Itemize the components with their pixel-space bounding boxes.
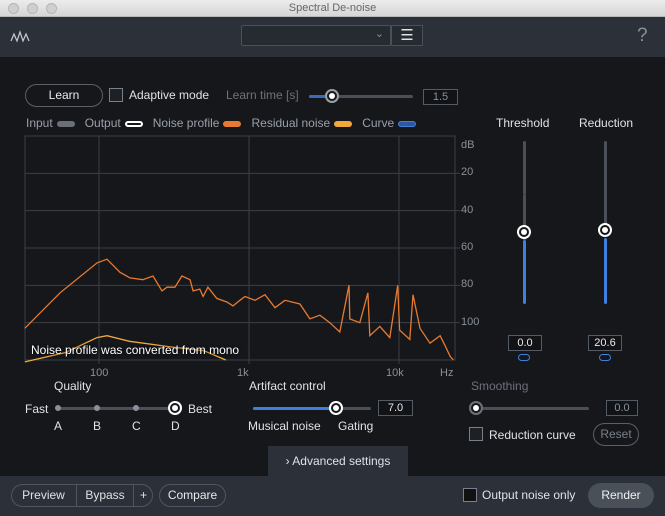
artifact-control-fill (253, 407, 333, 410)
artifact-control-knob[interactable] (329, 401, 343, 415)
reduction-curve-label: Reduction curve (489, 428, 576, 442)
db-tick: 40 (461, 204, 474, 216)
smoothing-knob[interactable] (469, 401, 483, 415)
legend-noise-profile[interactable]: Noise profile (153, 116, 242, 130)
smoothing-label: Smoothing (471, 379, 529, 393)
legend: Input Output Noise profile Residual nois… (26, 116, 417, 130)
title-bar: Spectral De-noise (0, 0, 665, 17)
artifact-control-label: Artifact control (249, 379, 326, 393)
learn-time-knob[interactable] (325, 89, 339, 103)
db-tick: 60 (461, 241, 474, 253)
threshold-slider[interactable] (523, 141, 526, 195)
quality-knob[interactable] (168, 401, 182, 415)
smoothing-slider[interactable] (476, 407, 589, 410)
reduction-knob[interactable] (598, 223, 612, 237)
reduction-fill (604, 238, 607, 304)
hz-unit-label: Hz (440, 367, 454, 379)
quality-stop[interactable] (55, 405, 61, 411)
hz-tick: 100 (90, 367, 109, 379)
legend-output[interactable]: Output (85, 116, 143, 130)
threshold-label: Threshold (496, 116, 550, 130)
help-button[interactable]: ? (637, 25, 648, 47)
reduction-slider[interactable] (604, 141, 607, 231)
musical-noise-label: Musical noise (248, 419, 321, 433)
minimize-window-button[interactable] (27, 3, 38, 14)
chevron-right-icon: › (285, 454, 290, 468)
reduction-link-icon[interactable] (599, 354, 611, 361)
window-title: Spectral De-noise (288, 2, 377, 14)
hamburger-icon: ☰ (400, 27, 414, 44)
output-noise-only-checkbox[interactable] (463, 488, 477, 502)
smoothing-value[interactable]: 0.0 (606, 400, 638, 416)
db-tick: 100 (461, 316, 480, 328)
render-button[interactable]: Render (588, 483, 654, 508)
threshold-value[interactable]: 0.0 (508, 335, 542, 351)
compare-button[interactable]: Compare (159, 484, 226, 507)
bypass-button[interactable]: Bypass (76, 484, 134, 507)
add-bypass-button[interactable]: + (134, 484, 153, 507)
menu-button[interactable]: ☰ (391, 25, 423, 46)
legend-curve[interactable]: Curve (362, 116, 417, 130)
reduction-curve-checkbox[interactable] (469, 427, 483, 441)
adaptive-mode-checkbox[interactable] (109, 88, 123, 102)
threshold-knob[interactable] (517, 225, 531, 239)
hz-tick: 10k (386, 367, 404, 379)
quality-fast-label: Fast (25, 402, 49, 416)
reduction-label: Reduction (579, 116, 634, 130)
zoom-window-button[interactable] (46, 3, 57, 14)
output-noise-only-label: Output noise only (482, 488, 576, 502)
quality-best-label: Best (188, 402, 213, 416)
quality-label: Quality (54, 379, 92, 393)
db-unit-label: dB (461, 139, 475, 151)
quality-option-c[interactable]: C (132, 419, 141, 433)
db-tick: 80 (461, 278, 474, 290)
legend-residual-noise[interactable]: Residual noise (251, 116, 353, 130)
preview-button[interactable]: Preview (11, 484, 76, 507)
learn-time-value[interactable]: 1.5 (423, 89, 458, 105)
hz-tick: 1k (237, 367, 249, 379)
legend-input[interactable]: Input (26, 116, 75, 130)
quality-option-b[interactable]: B (93, 419, 101, 433)
gating-label: Gating (338, 419, 374, 433)
reset-button[interactable]: Reset (593, 423, 639, 446)
learn-button[interactable]: Learn (25, 84, 103, 107)
adaptive-mode-label: Adaptive mode (129, 88, 210, 102)
quality-option-d[interactable]: D (171, 419, 180, 433)
threshold-fill (523, 240, 526, 304)
preset-dropdown[interactable]: ⌄ (241, 25, 391, 46)
quality-stop[interactable] (94, 405, 100, 411)
graph-message: Noise profile was converted from mono (31, 343, 240, 357)
close-window-button[interactable] (8, 3, 19, 14)
quality-option-a[interactable]: A (54, 419, 62, 433)
izotope-logo-icon (10, 30, 30, 43)
reduction-value[interactable]: 20.6 (588, 335, 622, 351)
db-tick: 20 (461, 166, 474, 178)
advanced-settings-button[interactable]: › Advanced settings (268, 446, 408, 476)
threshold-link-icon[interactable] (518, 354, 530, 361)
chevron-down-icon: ⌄ (374, 28, 384, 40)
learn-time-label: Learn time [s] (226, 88, 299, 102)
quality-stop[interactable] (133, 405, 139, 411)
quality-slider[interactable] (58, 407, 174, 410)
artifact-control-value[interactable]: 7.0 (378, 400, 413, 416)
